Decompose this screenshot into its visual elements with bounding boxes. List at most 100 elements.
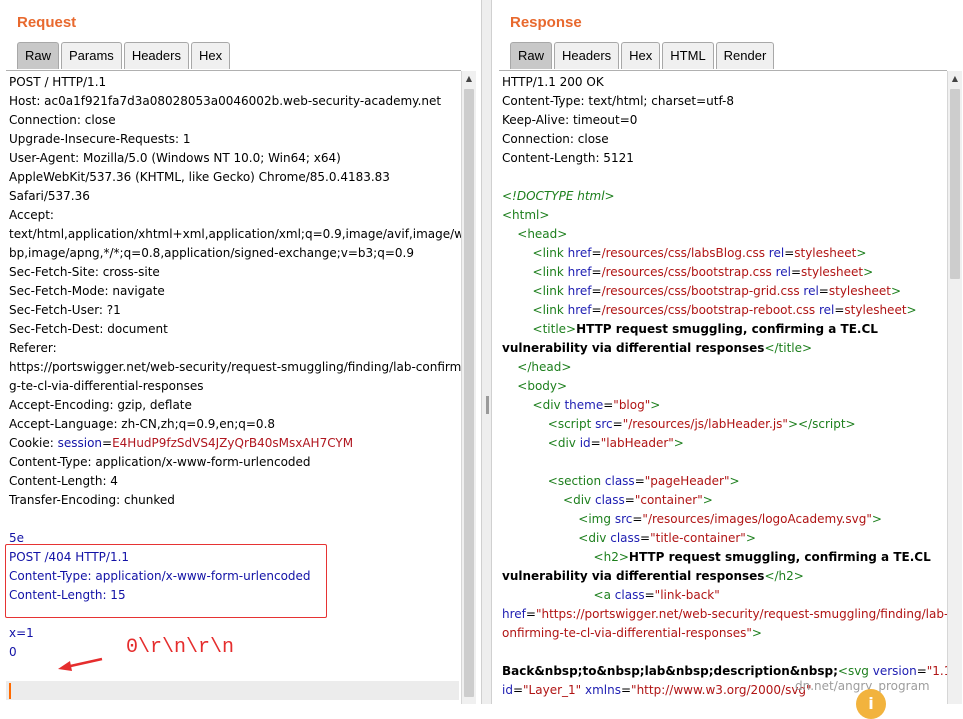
- tab-html[interactable]: HTML: [662, 42, 714, 69]
- section-class: pageHeader: [650, 474, 724, 488]
- css-href: /resources/css/labsBlog.css: [601, 246, 765, 260]
- href-part-2: onfirming-te-cl-via-differential-respons…: [502, 626, 747, 640]
- h2-line-cont: vulnerability via differential responses…: [502, 569, 804, 583]
- tab-headers[interactable]: Headers: [554, 42, 620, 69]
- link-line: <link href=/resources/css/bootstrap-rebo…: [532, 303, 917, 317]
- doctype-line: <!DOCTYPE html>: [502, 189, 615, 203]
- href-part-1: https://portswigger.net/web-security/req…: [541, 607, 947, 621]
- tab-raw[interactable]: Raw: [510, 42, 553, 69]
- split-divider[interactable]: [481, 0, 492, 704]
- request-line: Sec-Fetch-User: ?1: [9, 303, 121, 317]
- h2-line: <h2>HTTP request smuggling, confirming a…: [593, 550, 931, 564]
- css-href: /resources/css/bootstrap.css: [601, 265, 772, 279]
- response-editor[interactable]: HTTP/1.1 200 OK Content-Type: text/html;…: [499, 70, 947, 705]
- script-line: <script src="/resources/js/labHeader.js"…: [547, 417, 856, 431]
- back-text: Back&nbsp;to&nbsp;lab&nbsp;description&n…: [502, 664, 838, 678]
- cookie-prefix: Cookie:: [9, 436, 58, 450]
- tab-params[interactable]: Params: [61, 42, 122, 69]
- div-theme-line: <div theme="blog">: [532, 398, 661, 412]
- href-line-cont: onfirming-te-cl-via-differential-respons…: [502, 626, 762, 640]
- body-open-line: <body>: [517, 379, 568, 393]
- svg-xmlns: http://www.w3.org/2000/svg: [636, 683, 807, 697]
- script-src: /resources/js/labHeader.js: [628, 417, 783, 431]
- tab-hex[interactable]: Hex: [621, 42, 661, 69]
- h2-text-2: vulnerability via differential responses: [502, 569, 765, 583]
- request-line: Accept-Language: zh-CN,zh;q=0.9,en;q=0.8: [9, 417, 276, 431]
- request-line: Upgrade-Insecure-Requests: 1: [9, 132, 191, 146]
- request-line: Safari/537.36: [9, 189, 90, 203]
- title-line: <title>HTTP request smuggling, confirmin…: [532, 322, 878, 336]
- request-line: Transfer-Encoding: chunked: [9, 493, 175, 507]
- request-scroll-thumb[interactable]: [464, 89, 474, 697]
- html-open-line: <html>: [502, 208, 550, 222]
- request-line: Host: ac0a1f921fa7d3a08028053a0046002b.w…: [9, 94, 442, 108]
- cookie-name: session: [57, 436, 103, 450]
- css-href: /resources/css/bootstrap-reboot.css: [601, 303, 816, 317]
- img-src: /resources/images/logoAcademy.svg: [647, 512, 867, 526]
- container-line: <div class="container">: [563, 493, 713, 507]
- link-line: <link href=/resources/css/labsBlog.css r…: [532, 246, 867, 260]
- scroll-up-icon[interactable]: ▲: [462, 71, 476, 87]
- request-line: Sec-Fetch-Dest: document: [9, 322, 168, 336]
- link-line: <link href=/resources/css/bootstrap.css …: [532, 265, 874, 279]
- request-line: Content-Type: application/x-www-form-url…: [9, 455, 311, 469]
- a-line: <a class="link-back": [593, 588, 720, 602]
- div-labheader-line: <div id="labHeader">: [547, 436, 684, 450]
- request-line: Referer:: [9, 341, 57, 355]
- request-line: bp,image/apng,*/*;q=0.8,application/sign…: [9, 246, 414, 260]
- request-line: POST / HTTP/1.1: [9, 75, 107, 89]
- request-line: text/html,application/xhtml+xml,applicat…: [9, 227, 461, 241]
- request-line: Sec-Fetch-Site: cross-site: [9, 265, 160, 279]
- href-line: href="https://portswigger.net/web-securi…: [502, 605, 947, 624]
- tab-headers[interactable]: Headers: [123, 42, 189, 69]
- scroll-up-icon[interactable]: ▲: [948, 71, 962, 87]
- title-line-cont: vulnerability via differential responses…: [502, 341, 813, 355]
- response-tabs: Raw Headers Hex HTML Render: [510, 42, 776, 70]
- cookie-eq: =: [102, 436, 113, 450]
- request-line: Accept:: [9, 208, 54, 222]
- page-title-text-1: HTTP request smuggling, confirming a TE.…: [576, 322, 878, 336]
- request-line: AppleWebKit/537.36 (KHTML, like Gecko) C…: [9, 170, 390, 184]
- tab-hex[interactable]: Hex: [190, 42, 231, 69]
- theme-value: blog: [618, 398, 645, 412]
- link-line: <link href=/resources/css/bootstrap-grid…: [532, 284, 902, 298]
- response-header-line: Content-Length: 5121: [502, 151, 634, 165]
- annotation-arrow-icon: [58, 657, 103, 671]
- svg-id: Layer_1: [528, 683, 576, 697]
- response-title: Response: [510, 14, 582, 31]
- title-container-line: <div class="title-container">: [578, 531, 756, 545]
- cookie-value: E4HudP9fzSdVS4JZyQrB40sMsxAH7CYM: [112, 436, 354, 450]
- request-tabs: Raw Params Headers Hex: [17, 42, 232, 70]
- drag-handle-icon[interactable]: [486, 396, 489, 414]
- request-line: Connection: close: [9, 113, 116, 127]
- tab-raw[interactable]: Raw: [17, 42, 60, 69]
- response-scrollbar[interactable]: ▲: [947, 71, 962, 704]
- link-class: link-back: [660, 588, 715, 602]
- title-container-class: title-container: [655, 531, 741, 545]
- img-line: <img src="/resources/images/logoAcademy.…: [578, 512, 882, 526]
- request-title: Request: [17, 14, 77, 31]
- current-line-highlight: [6, 681, 459, 700]
- smuggled-request-highlight-box: [5, 544, 327, 618]
- annotation-text: 0\r\n\r\n: [126, 636, 235, 659]
- request-scrollbar[interactable]: ▲: [461, 71, 476, 704]
- page-title-text-2: vulnerability via differential responses: [502, 341, 765, 355]
- response-header-line: HTTP/1.1 200 OK: [502, 75, 604, 89]
- response-header-line: Keep-Alive: timeout=0: [502, 113, 638, 127]
- text-caret: [9, 683, 11, 699]
- css-href: /resources/css/bootstrap-grid.css: [601, 284, 800, 298]
- request-line: Content-Length: 4: [9, 474, 118, 488]
- request-line: Sec-Fetch-Mode: navigate: [9, 284, 165, 298]
- request-line: https://portswigger.net/web-security/req…: [9, 360, 461, 374]
- h2-text-1: HTTP request smuggling, confirming a TE.…: [628, 550, 931, 564]
- cookie-line: Cookie: session=E4HudP9fzSdVS4JZyQrB40sM…: [9, 434, 459, 453]
- response-scroll-thumb[interactable]: [950, 89, 960, 279]
- lab-header-id: labHeader: [606, 436, 669, 450]
- container-class: container: [640, 493, 698, 507]
- info-icon[interactable]: i: [856, 689, 886, 719]
- svg-version: 1.1: [932, 664, 947, 678]
- request-line: Accept-Encoding: gzip, deflate: [9, 398, 192, 412]
- tab-render[interactable]: Render: [715, 42, 775, 69]
